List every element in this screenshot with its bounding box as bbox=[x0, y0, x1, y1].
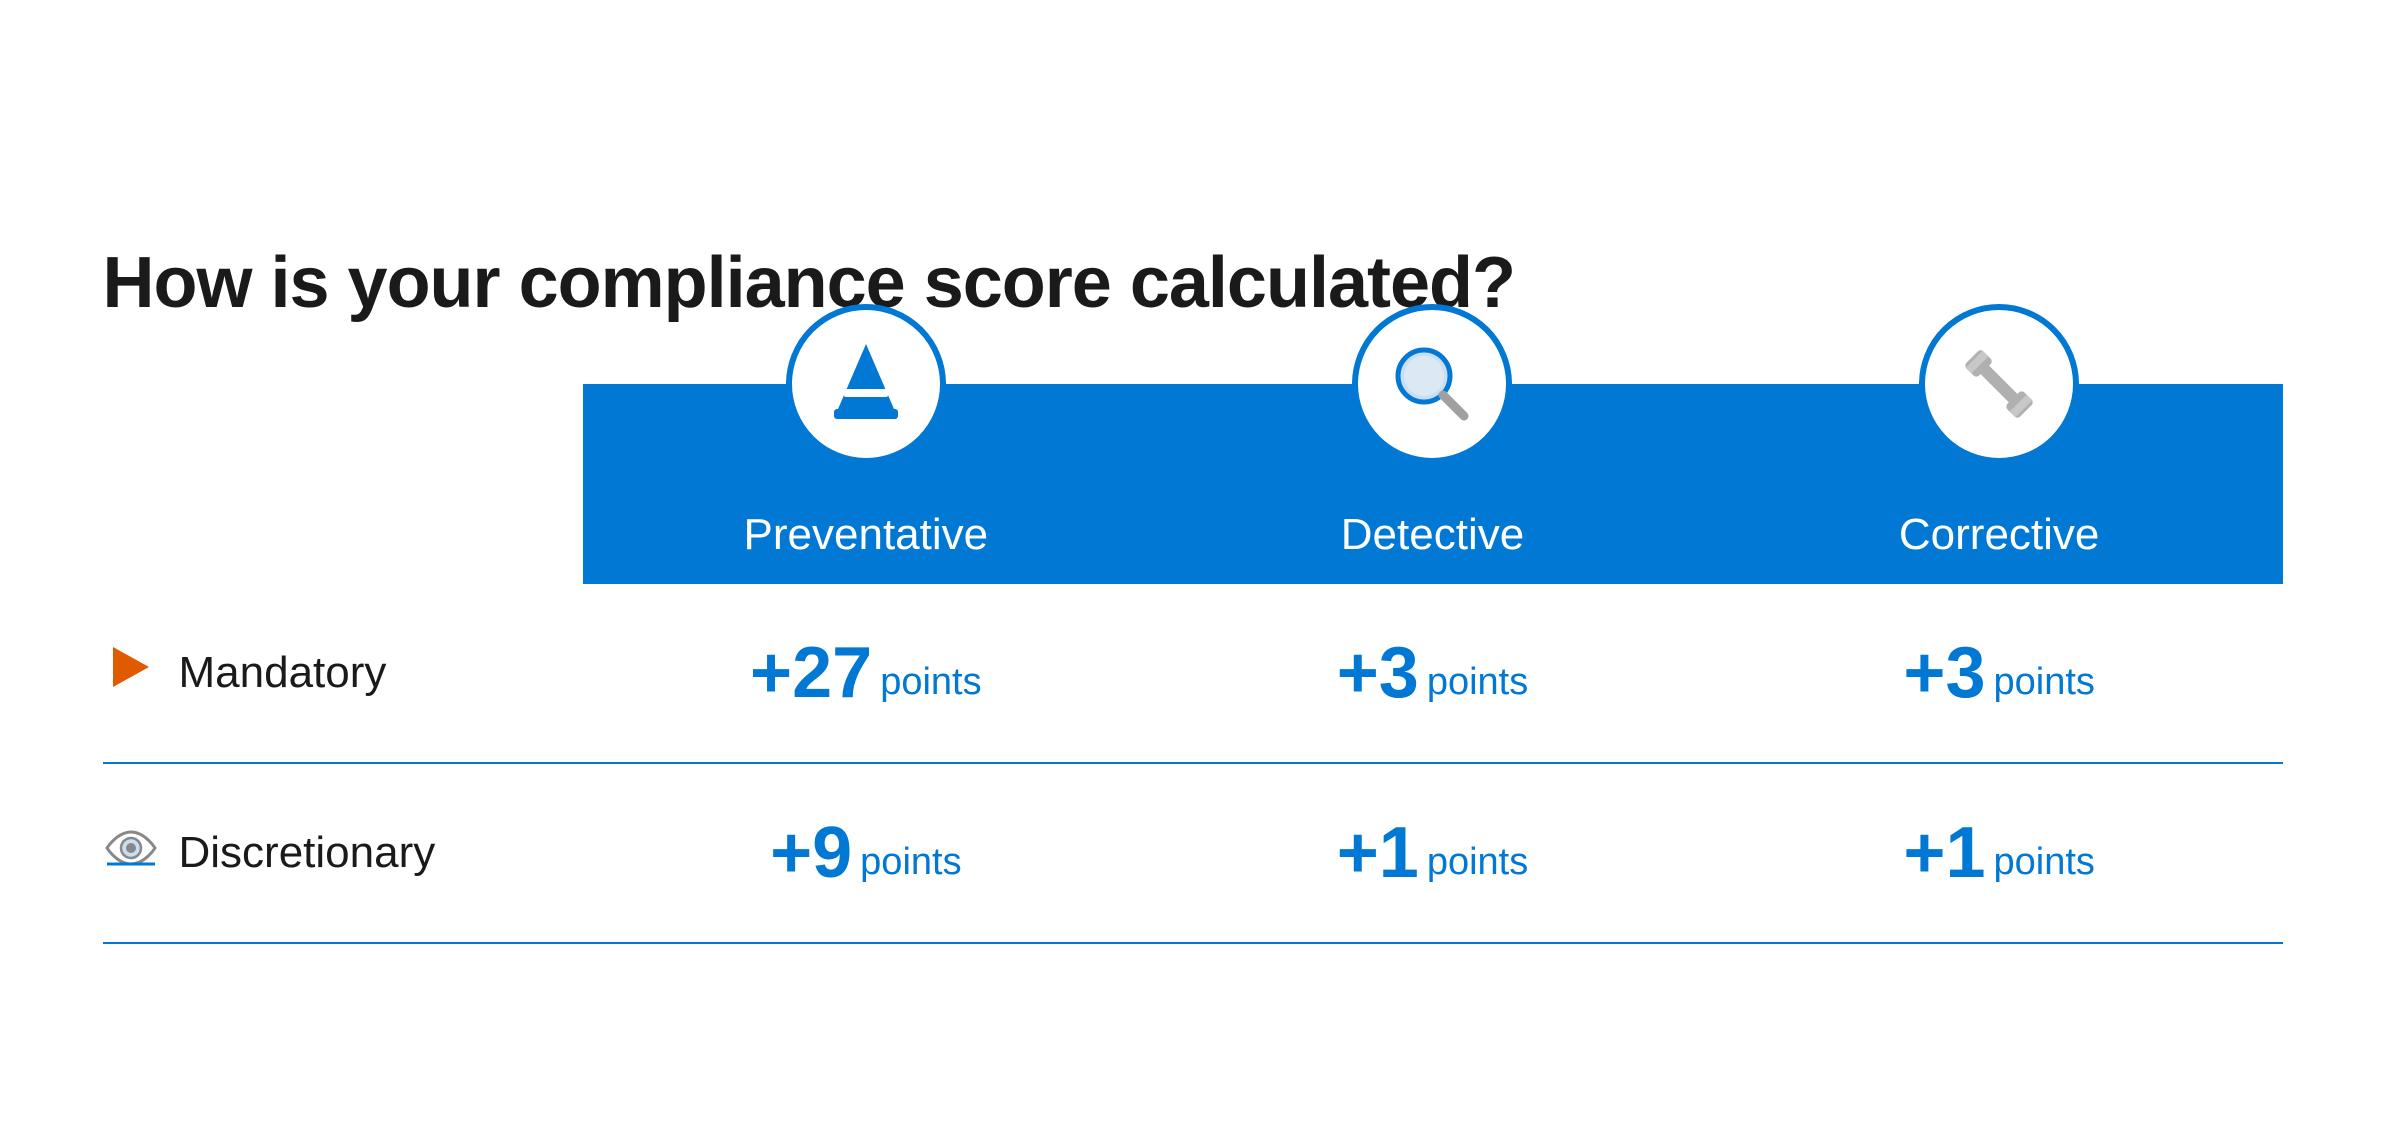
mandatory-corrective-cell: +3 points bbox=[1716, 584, 2283, 764]
discretionary-detective-value: +1 bbox=[1337, 812, 1419, 894]
magnifier-icon bbox=[1382, 334, 1482, 434]
discretionary-corrective-cell: +1 points bbox=[1716, 764, 2283, 944]
eye-svg bbox=[103, 828, 159, 868]
flag-icon bbox=[103, 641, 159, 705]
preventative-label: Preventative bbox=[744, 510, 989, 560]
wrench-icon bbox=[1949, 334, 2049, 434]
preventative-icon-circle bbox=[786, 304, 946, 464]
discretionary-corrective-value: +1 bbox=[1903, 812, 1985, 894]
mandatory-corrective-unit: points bbox=[1994, 661, 2095, 714]
compliance-card: How is your compliance score calculated? bbox=[43, 182, 2343, 944]
flag-svg bbox=[105, 641, 157, 693]
mandatory-detective-value: +3 bbox=[1337, 632, 1419, 714]
discretionary-preventative-unit: points bbox=[860, 841, 961, 894]
col-header-detective: Detective bbox=[1149, 384, 1716, 584]
discretionary-label: Discretionary bbox=[179, 828, 436, 878]
discretionary-label-cell: Discretionary bbox=[103, 764, 583, 944]
cone-icon bbox=[816, 334, 916, 434]
detective-label: Detective bbox=[1341, 510, 1524, 560]
discretionary-detective-cell: +1 points bbox=[1149, 764, 1716, 944]
detective-icon-circle bbox=[1352, 304, 1512, 464]
mandatory-preventative-unit: points bbox=[880, 661, 981, 714]
col-header-corrective: Corrective bbox=[1716, 384, 2283, 584]
header-spacer bbox=[103, 384, 583, 584]
eye-icon bbox=[103, 828, 159, 879]
mandatory-detective-cell: +3 points bbox=[1149, 584, 1716, 764]
mandatory-preventative-value: +27 bbox=[750, 632, 872, 714]
page-title: How is your compliance score calculated? bbox=[103, 242, 2283, 324]
discretionary-preventative-cell: +9 points bbox=[583, 764, 1150, 944]
discretionary-corrective-unit: points bbox=[1994, 841, 2095, 894]
discretionary-preventative-value: +9 bbox=[770, 812, 852, 894]
grid-layout: Preventative Detective bbox=[103, 384, 2283, 944]
mandatory-detective-unit: points bbox=[1427, 661, 1528, 714]
corrective-icon-circle bbox=[1919, 304, 2079, 464]
discretionary-detective-unit: points bbox=[1427, 841, 1528, 894]
mandatory-preventative-cell: +27 points bbox=[583, 584, 1150, 764]
col-header-preventative: Preventative bbox=[583, 384, 1150, 584]
mandatory-label: Mandatory bbox=[179, 648, 387, 698]
mandatory-label-cell: Mandatory bbox=[103, 584, 583, 764]
corrective-label: Corrective bbox=[1899, 510, 2100, 560]
mandatory-corrective-value: +3 bbox=[1903, 632, 1985, 714]
